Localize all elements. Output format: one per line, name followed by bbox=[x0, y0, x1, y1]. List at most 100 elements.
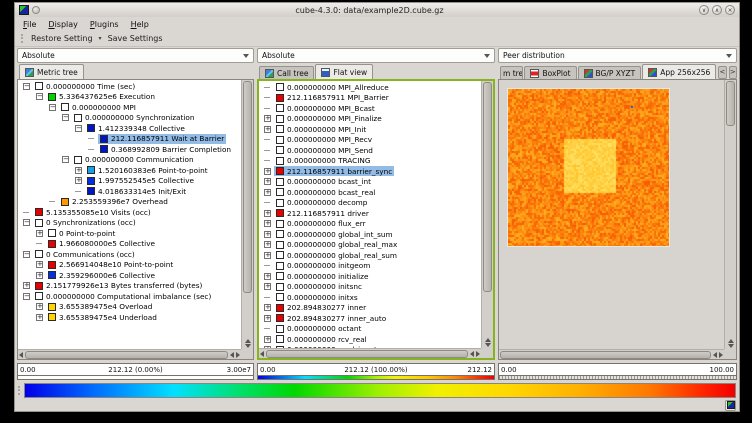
restore-settings-button[interactable]: Restore Setting bbox=[31, 34, 93, 43]
tree-row[interactable]: +212.116857911 barrier_sync bbox=[259, 166, 481, 177]
tree-row[interactable]: 5.135355085e10 Visits (occ) bbox=[18, 207, 241, 218]
expand-icon[interactable]: + bbox=[264, 273, 271, 280]
tree-row[interactable]: −0.000000000 MPI bbox=[18, 102, 241, 113]
tree-row-content[interactable]: 0.000000000 global_real_sum bbox=[274, 250, 399, 260]
collapse-icon[interactable]: − bbox=[23, 293, 30, 300]
scroll-right-icon[interactable] bbox=[236, 352, 240, 358]
tree-row-content[interactable]: 0 Synchronizations (occ) bbox=[33, 218, 138, 228]
expand-icon[interactable]: + bbox=[264, 252, 271, 259]
horizontal-scrollbar[interactable] bbox=[259, 348, 481, 358]
tree-row-content[interactable]: 0.368992809 Barrier Completion bbox=[98, 144, 233, 154]
tree-row-content[interactable]: 0.000000000 MPI_Init bbox=[274, 124, 368, 134]
expand-icon[interactable]: + bbox=[36, 303, 43, 310]
tree-row-content[interactable]: 1.966080000e5 Collective bbox=[46, 239, 157, 249]
expand-icon[interactable]: + bbox=[264, 315, 271, 322]
collapse-icon[interactable]: − bbox=[62, 114, 69, 121]
tree-row[interactable]: 0.000000000 MPI_Allreduce bbox=[259, 82, 481, 93]
expand-icon[interactable]: + bbox=[36, 261, 43, 268]
tab-call-tree[interactable]: Call tree bbox=[259, 66, 314, 79]
tree-row-content[interactable]: 2.151779926e13 Bytes transferred (bytes) bbox=[33, 281, 204, 291]
tree-row[interactable]: +1.997552545e5 Collective bbox=[18, 176, 241, 187]
tree-row[interactable]: −0.000000000 Computational imbalance (se… bbox=[18, 291, 241, 302]
collapse-icon[interactable]: − bbox=[75, 125, 82, 132]
tree-row-content[interactable]: 5.336437625e6 Execution bbox=[46, 92, 157, 102]
tree-row-content[interactable]: 212.116857911 Wait at Barrier bbox=[98, 134, 226, 144]
vertical-scrollbar[interactable] bbox=[241, 80, 253, 349]
maximize-icon[interactable]: ∧ bbox=[712, 5, 722, 15]
tree-row-content[interactable]: 1.412339348 Collective bbox=[85, 123, 187, 133]
tree-row[interactable]: +0.000000000 global_int_sum bbox=[259, 229, 481, 240]
collapse-icon[interactable]: − bbox=[23, 219, 30, 226]
titlebar[interactable]: cube-4.3.0: data/example2D.cube.gz ∨ ∧ × bbox=[15, 3, 739, 17]
tree-row-content[interactable]: 0.000000000 initialize bbox=[274, 271, 370, 281]
collapse-icon[interactable]: − bbox=[23, 251, 30, 258]
tree-row[interactable]: +0 Point-to-point bbox=[18, 228, 241, 239]
expand-icon[interactable]: + bbox=[264, 220, 271, 227]
tree-row-content[interactable]: 0.000000000 global_int_sum bbox=[274, 229, 395, 239]
scrollbar-thumb[interactable] bbox=[25, 351, 228, 359]
scroll-right-icon[interactable] bbox=[476, 351, 480, 357]
tree-row-content[interactable]: 3.655389475e4 Overload bbox=[46, 302, 154, 312]
tree-row[interactable]: +202.894830277 inner bbox=[259, 303, 481, 314]
tab-bg-p-xyzt[interactable]: BG/P XYZT bbox=[578, 66, 642, 79]
expand-icon[interactable]: + bbox=[23, 282, 30, 289]
collapse-icon[interactable]: − bbox=[23, 83, 30, 90]
expand-icon[interactable]: + bbox=[264, 231, 271, 238]
scroll-left-icon[interactable] bbox=[260, 351, 264, 357]
tree-row[interactable]: 212.116857911 Wait at Barrier bbox=[18, 134, 241, 145]
tree-row[interactable]: 2.253559396e7 Overhead bbox=[18, 197, 241, 208]
scroll-right-icon[interactable] bbox=[719, 352, 723, 358]
scroll-left-icon[interactable] bbox=[19, 352, 23, 358]
tree-row-content[interactable]: 0.000000000 global_real_max bbox=[274, 240, 399, 250]
tab-m-tree[interactable]: m tree bbox=[500, 66, 523, 79]
tree-row-content[interactable]: 0.000000000 flux_err bbox=[274, 219, 368, 229]
expand-icon[interactable]: + bbox=[264, 336, 271, 343]
tree-row[interactable]: +0.000000000 global_real_sum bbox=[259, 250, 481, 261]
tree-row-content[interactable]: 1.520160383e6 Point-to-point bbox=[85, 165, 210, 175]
scroll-up-icon[interactable] bbox=[728, 339, 734, 343]
tree-row[interactable]: +0.000000000 bcast_real bbox=[259, 187, 481, 198]
collapse-icon[interactable]: − bbox=[36, 93, 43, 100]
tree-row[interactable]: +3.655389475e4 Underload bbox=[18, 312, 241, 323]
tree-row-content[interactable]: 202.894830277 inner_auto bbox=[274, 313, 388, 323]
tree-row[interactable]: 0.000000000 initxs bbox=[259, 292, 481, 303]
tree-row[interactable]: +2.359296000e6 Collective bbox=[18, 270, 241, 281]
tree-row[interactable]: −0.000000000 Communication bbox=[18, 155, 241, 166]
peer-distribution-heatmap[interactable] bbox=[508, 89, 669, 246]
scrollbar-thumb[interactable] bbox=[266, 350, 468, 358]
expand-icon[interactable]: + bbox=[36, 230, 43, 237]
tree-row[interactable]: 4.018633314e5 Init/Exit bbox=[18, 186, 241, 197]
tree-row-content[interactable]: 0.000000000 initgeom bbox=[274, 261, 372, 271]
tree-row-content[interactable]: 0 Point-to-point bbox=[46, 228, 117, 238]
tree-row[interactable]: 0.000000000 MPI_Bcast bbox=[259, 103, 481, 114]
scroll-down-icon[interactable] bbox=[245, 344, 251, 348]
vertical-scrollbar[interactable] bbox=[481, 81, 493, 348]
tree-row-content[interactable]: 0.000000000 bcast_real bbox=[274, 187, 377, 197]
topology-view[interactable] bbox=[499, 80, 724, 349]
tree-row[interactable]: +0.000000000 bcast_int bbox=[259, 177, 481, 188]
vertical-scrollbar[interactable] bbox=[724, 80, 736, 349]
tree-row-content[interactable]: 2.359296000e6 Collective bbox=[46, 270, 157, 280]
window-menu-button[interactable] bbox=[32, 6, 40, 14]
tree-row-content[interactable]: 4.018633314e5 Init/Exit bbox=[85, 186, 188, 196]
tree-row-content[interactable]: 0.000000000 bcast_int bbox=[274, 177, 373, 187]
tree-row-content[interactable]: 202.894830277 inner bbox=[274, 303, 368, 313]
tree-row-content[interactable]: 212.116857911 driver bbox=[274, 208, 371, 218]
tree-row[interactable]: +2.151779926e13 Bytes transferred (bytes… bbox=[18, 281, 241, 292]
tree-row[interactable]: −0 Communications (occ) bbox=[18, 249, 241, 260]
tree-row[interactable]: 0.368992809 Barrier Completion bbox=[18, 144, 241, 155]
scroll-up-icon[interactable] bbox=[245, 339, 251, 343]
menu-file[interactable]: File bbox=[23, 20, 36, 29]
tree-row-content[interactable]: 0.000000000 Communication bbox=[72, 155, 196, 165]
tree-row[interactable]: −5.336437625e6 Execution bbox=[18, 92, 241, 103]
scrollbar-thumb[interactable] bbox=[726, 81, 735, 126]
expand-icon[interactable]: + bbox=[264, 189, 271, 196]
expand-icon[interactable]: + bbox=[264, 126, 271, 133]
expand-icon[interactable]: + bbox=[264, 304, 271, 311]
tree-row-content[interactable]: 0.000000000 TRACING bbox=[274, 156, 373, 166]
colormap-drag-handle[interactable] bbox=[18, 386, 22, 395]
tree-row[interactable]: +0.000000000 flux_err bbox=[259, 219, 481, 230]
scroll-left-icon[interactable] bbox=[713, 352, 717, 358]
save-settings-button[interactable]: Save Settings bbox=[108, 34, 163, 43]
menu-display[interactable]: Display bbox=[48, 20, 78, 29]
